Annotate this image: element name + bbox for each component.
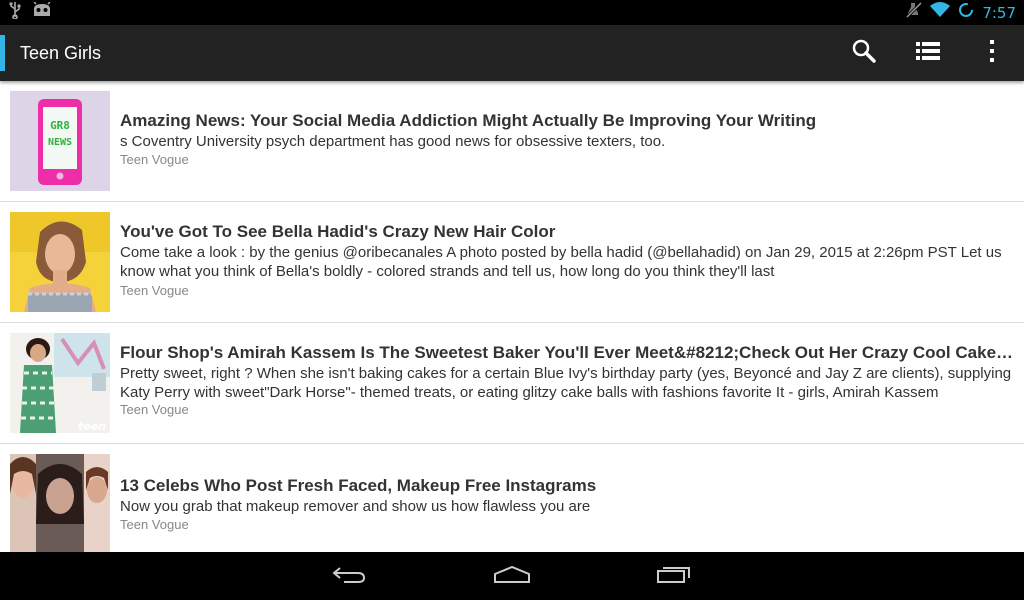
article-description: Come take a look : by the genius @oribec… xyxy=(120,244,1002,280)
screen: 7:57 Teen Girls GR8 NEWS Amazing News: Y… xyxy=(0,0,1024,600)
thumbnail-image: GR8 NEWS xyxy=(10,91,110,191)
article-description: Pretty sweet, right ? When she isn't bak… xyxy=(120,365,1012,401)
home-icon xyxy=(493,564,531,589)
thumbnail-image xyxy=(10,454,110,552)
overflow-menu-button[interactable] xyxy=(960,25,1024,81)
thumb-text-teen: teen xyxy=(78,420,106,433)
home-button[interactable] xyxy=(431,552,593,600)
back-icon xyxy=(332,564,368,589)
thumb-text-gr8: GR8 xyxy=(50,119,70,132)
sync-icon xyxy=(958,2,974,23)
article-source: Teen Vogue xyxy=(120,402,189,417)
recent-apps-icon xyxy=(656,564,692,589)
article-title[interactable]: Amazing News: Your Social Media Addictio… xyxy=(120,110,1016,132)
action-bar: Teen Girls xyxy=(0,25,1024,81)
thumbnail-image xyxy=(10,212,110,312)
mute-icon xyxy=(906,1,923,23)
article-text: Flour Shop's Amirah Kassem Is The Sweete… xyxy=(120,342,1016,419)
search-button[interactable] xyxy=(832,25,896,81)
list-item[interactable]: teen Flour Shop's Amirah Kassem Is The S… xyxy=(0,323,1024,444)
android-debug-icon xyxy=(32,1,52,23)
article-title[interactable]: You've Got To See Bella Hadid's Crazy Ne… xyxy=(120,221,1016,243)
article-source: Teen Vogue xyxy=(120,517,189,532)
list-item[interactable]: GR8 NEWS Amazing News: Your Social Media… xyxy=(0,81,1024,202)
page-title[interactable]: Teen Girls xyxy=(20,43,832,64)
overflow-menu-icon xyxy=(988,39,996,68)
thumbnail-image: teen xyxy=(10,333,110,433)
list-view-icon xyxy=(915,40,941,67)
article-description: Now you grab that makeup remover and sho… xyxy=(120,498,591,515)
list-item[interactable]: 13 Celebs Who Post Fresh Faced, Makeup F… xyxy=(0,444,1024,552)
search-icon xyxy=(851,38,877,69)
list-item[interactable]: You've Got To See Bella Hadid's Crazy Ne… xyxy=(0,202,1024,323)
usb-icon xyxy=(8,1,22,24)
article-title[interactable]: Flour Shop's Amirah Kassem Is The Sweete… xyxy=(120,342,1016,364)
system-navigation-bar xyxy=(0,552,1024,600)
article-source: Teen Vogue xyxy=(120,152,189,167)
article-source: Teen Vogue xyxy=(120,283,189,298)
wifi-icon xyxy=(930,2,951,23)
article-text: You've Got To See Bella Hadid's Crazy Ne… xyxy=(120,221,1016,300)
status-right: 7:57 xyxy=(906,1,1016,23)
up-indicator[interactable] xyxy=(0,35,5,71)
article-title[interactable]: 13 Celebs Who Post Fresh Faced, Makeup F… xyxy=(120,475,1016,497)
article-description: s Coventry University psych department h… xyxy=(120,133,666,150)
recent-apps-button[interactable] xyxy=(593,552,755,600)
clock: 7:57 xyxy=(982,3,1016,22)
article-list[interactable]: GR8 NEWS Amazing News: Your Social Media… xyxy=(0,81,1024,552)
status-left xyxy=(8,1,52,24)
list-view-button[interactable] xyxy=(896,25,960,81)
status-bar: 7:57 xyxy=(0,0,1024,25)
article-text: Amazing News: Your Social Media Addictio… xyxy=(120,110,1016,169)
back-button[interactable] xyxy=(269,552,431,600)
article-text: 13 Celebs Who Post Fresh Faced, Makeup F… xyxy=(120,475,1016,534)
thumb-text-news: NEWS xyxy=(48,137,72,148)
